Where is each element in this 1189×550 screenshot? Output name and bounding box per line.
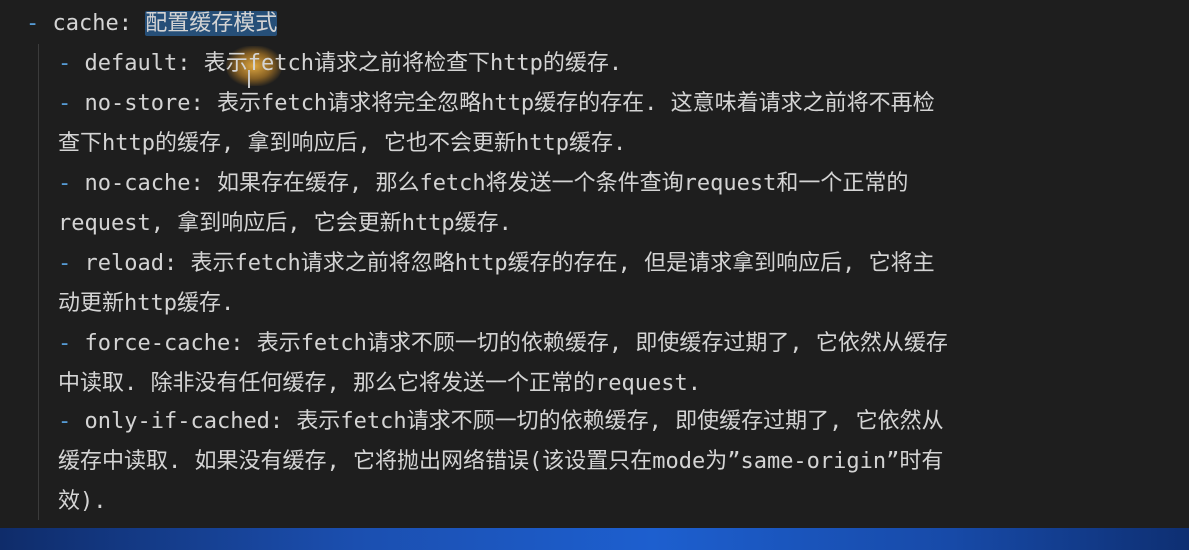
line-key: reload: — [84, 251, 191, 276]
line-text: 表示fetch请求不顾一切的依赖缓存, 即使缓存过期了, 它依然从 — [296, 409, 944, 434]
line-text: 如果存在缓存, 那么fetch将发送一个条件查询request和一个正常的 — [216, 171, 909, 196]
code-editor[interactable]: - cache: 配置缓存模式 - default: 表示fetch请求之前将检… — [0, 0, 1189, 528]
list-marker: - — [26, 11, 53, 36]
line-key: default: — [84, 51, 204, 76]
line-text: 表示fetch请求之前将忽略http缓存的存在, 但是请求拿到响应后, 它将主 — [190, 251, 935, 276]
line-key: cache: — [52, 11, 146, 36]
editor-line-6[interactable]: request, 拿到响应后, 它会更新http缓存. — [58, 204, 512, 244]
list-marker: - — [58, 51, 85, 76]
editor-line-8[interactable]: 动更新http缓存. — [58, 284, 234, 324]
line-text: request, 拿到响应后, 它会更新http缓存. — [58, 211, 512, 236]
line-key: force-cache: — [84, 331, 257, 356]
editor-line-13[interactable]: 效). — [58, 482, 107, 522]
line-key: only-if-cached: — [84, 409, 297, 434]
editor-line-2[interactable]: - default: 表示fetch请求之前将检查下http的缓存. — [58, 44, 622, 84]
selected-text[interactable]: 配置缓存模式 — [145, 11, 278, 36]
line-key: no-cache: — [84, 171, 217, 196]
list-marker: - — [58, 171, 85, 196]
line-text: 中读取. 除非没有任何缓存, 那么它将发送一个正常的request. — [58, 371, 701, 396]
list-marker: - — [58, 331, 85, 356]
editor-line-11[interactable]: - only-if-cached: 表示fetch请求不顾一切的依赖缓存, 即使… — [58, 402, 944, 442]
editor-line-1[interactable]: - cache: 配置缓存模式 — [26, 4, 278, 44]
list-marker: - — [58, 409, 85, 434]
editor-line-3[interactable]: - no-store: 表示fetch请求将完全忽略http缓存的存在. 这意味… — [58, 84, 935, 124]
editor-line-9[interactable]: - force-cache: 表示fetch请求不顾一切的依赖缓存, 即使缓存过… — [58, 324, 948, 364]
taskbar — [0, 528, 1189, 550]
editor-line-10[interactable]: 中读取. 除非没有任何缓存, 那么它将发送一个正常的request. — [58, 364, 701, 404]
list-marker: - — [58, 251, 85, 276]
line-text: 动更新http缓存. — [58, 291, 235, 316]
line-key: no-store: — [84, 91, 217, 116]
line-text: 表示fetch请求将完全忽略http缓存的存在. 这意味着请求之前将不再检 — [216, 91, 935, 116]
line-text: 表示fetch请求之前将检查下http的缓存. — [203, 51, 623, 76]
editor-line-5[interactable]: - no-cache: 如果存在缓存, 那么fetch将发送一个条件查询requ… — [58, 164, 908, 204]
indent-guide — [38, 44, 39, 520]
line-text: 缓存中读取. 如果没有缓存, 它将抛出网络错误(该设置只在mode为”same-… — [58, 449, 944, 474]
line-text: 效). — [58, 489, 107, 514]
line-text: 查下http的缓存, 拿到响应后, 它也不会更新http缓存. — [58, 131, 627, 156]
editor-line-12[interactable]: 缓存中读取. 如果没有缓存, 它将抛出网络错误(该设置只在mode为”same-… — [58, 442, 943, 482]
editor-line-7[interactable]: - reload: 表示fetch请求之前将忽略http缓存的存在, 但是请求拿… — [58, 244, 935, 284]
editor-line-4[interactable]: 查下http的缓存, 拿到响应后, 它也不会更新http缓存. — [58, 124, 626, 164]
list-marker: - — [58, 91, 85, 116]
line-text: 表示fetch请求不顾一切的依赖缓存, 即使缓存过期了, 它依然从缓存 — [256, 331, 948, 356]
